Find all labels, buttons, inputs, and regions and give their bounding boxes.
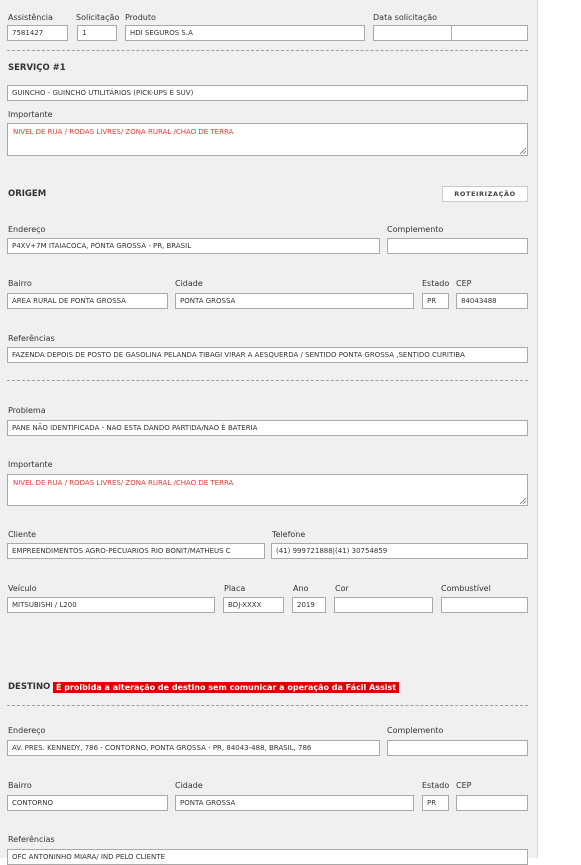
problema-importante-textarea[interactable]: NIVEL DE RUA / RODAS LIVRES/ ZONA RURAL … [7, 474, 528, 506]
problema-importante-text: NIVEL DE RUA / RODAS LIVRES/ ZONA RURAL … [13, 479, 234, 487]
data-solicitacao-label: Data solicitação [373, 13, 438, 22]
destino-endereco-field[interactable]: AV. PRES. KENNEDY, 786 - CONTORNO, PONTA… [7, 740, 380, 756]
assistencia-label: Assistência [8, 13, 53, 22]
servico-title: SERVIÇO #1 [8, 63, 66, 73]
problema-field[interactable]: PANE NÃO IDENTIFICADA - NAO ESTA DANDO P… [7, 420, 528, 436]
destino-complemento-field[interactable] [387, 740, 528, 756]
destino-complemento-label: Complemento [387, 726, 444, 735]
origem-referencias-field[interactable]: FAZENDA DEPOIS DE POSTO DE GASOLINA PELA… [7, 347, 528, 363]
divider [7, 50, 528, 51]
cliente-field[interactable]: EMPREENDIMENTOS AGRO-PECUARIOS RIO BONIT… [7, 543, 265, 559]
origem-estado-label: Estado [422, 279, 450, 288]
destino-estado-label: Estado [422, 781, 450, 790]
servico-importante-text: NIVEL DE RUA / RODAS LIVRES/ ZONA RURAL … [13, 128, 234, 136]
origem-complemento-field[interactable] [387, 238, 528, 254]
destino-referencias-label: Referências [8, 835, 55, 844]
destino-bairro-field[interactable]: CONTORNO [7, 795, 168, 811]
problema-importante-label: Importante [8, 460, 53, 469]
destino-cidade-field[interactable]: PONTA GROSSA [175, 795, 414, 811]
origem-estado-field[interactable]: PR [422, 293, 449, 309]
combustivel-field[interactable] [441, 597, 528, 613]
telefone-field[interactable]: (41) 999721888|(41) 30754859 [271, 543, 528, 559]
servico-importante-label: Importante [8, 110, 53, 119]
destino-cep-label: CEP [456, 781, 472, 790]
assistencia-field[interactable]: 7581427 [7, 25, 68, 41]
veiculo-field[interactable]: MITSUBISHI / L200 [7, 597, 215, 613]
ano-label: Ano [293, 584, 309, 593]
veiculo-label: Veículo [8, 584, 37, 593]
origem-endereco-field[interactable]: P4XV+7M ITAIACOCA, PONTA GROSSA - PR, BR… [7, 238, 380, 254]
produto-field[interactable]: HDI SEGUROS S.A [125, 25, 365, 41]
destino-endereco-label: Endereço [8, 726, 46, 735]
servico-tipo-field[interactable]: GUINCHO - GUINCHO UTILITÁRIOS (PICK-UPS … [7, 85, 528, 101]
resize-grip-icon[interactable] [520, 498, 526, 504]
destino-estado-field[interactable]: PR [422, 795, 449, 811]
destino-cidade-label: Cidade [175, 781, 203, 790]
destino-cep-field[interactable] [456, 795, 528, 811]
origem-title: ORIGEM [8, 189, 47, 199]
combustivel-label: Combustível [441, 584, 491, 593]
hora-solicitacao-field[interactable] [451, 25, 528, 41]
divider [7, 705, 528, 706]
service-form-panel: Assistência 7581427 Solicitação 1 Produt… [0, 0, 538, 865]
origem-complemento-label: Complemento [387, 225, 444, 234]
solicitacao-label: Solicitação [76, 13, 120, 22]
placa-field[interactable]: BDJ-XXXX [223, 597, 284, 613]
placa-label: Placa [224, 584, 246, 593]
destino-warning-badge: É proibida a alteração de destino sem co… [53, 682, 400, 693]
ano-field[interactable]: 2019 [292, 597, 326, 613]
destino-referencias-field[interactable]: OFC ANTONINHO MIARA/ IND PELO CLIENTE [7, 849, 528, 865]
origem-bairro-field[interactable]: ÁREA RURAL DE PONTA GROSSA [7, 293, 168, 309]
solicitacao-field[interactable]: 1 [77, 25, 117, 41]
roteirizacao-button[interactable]: ROTEIRIZAÇÃO [442, 186, 528, 202]
origem-cidade-label: Cidade [175, 279, 203, 288]
resize-grip-icon[interactable] [520, 148, 526, 154]
destino-title: DESTINO [8, 682, 51, 692]
origem-referencias-label: Referências [8, 334, 55, 343]
cor-field[interactable] [334, 597, 433, 613]
servico-importante-textarea[interactable]: NIVEL DE RUA / RODAS LIVRES/ ZONA RURAL … [7, 123, 528, 156]
data-solicitacao-field[interactable] [373, 25, 452, 41]
origem-bairro-label: Bairro [8, 279, 32, 288]
cliente-label: Cliente [8, 530, 37, 539]
cor-label: Cor [335, 584, 349, 593]
problema-label: Problema [8, 406, 46, 415]
destino-bairro-label: Bairro [8, 781, 32, 790]
produto-label: Produto [125, 13, 156, 22]
origem-cep-field[interactable]: 84043488 [456, 293, 528, 309]
divider [7, 380, 528, 381]
origem-cidade-field[interactable]: PONTA GROSSA [175, 293, 414, 309]
telefone-label: Telefone [272, 530, 306, 539]
origem-cep-label: CEP [456, 279, 472, 288]
origem-endereco-label: Endereço [8, 225, 46, 234]
